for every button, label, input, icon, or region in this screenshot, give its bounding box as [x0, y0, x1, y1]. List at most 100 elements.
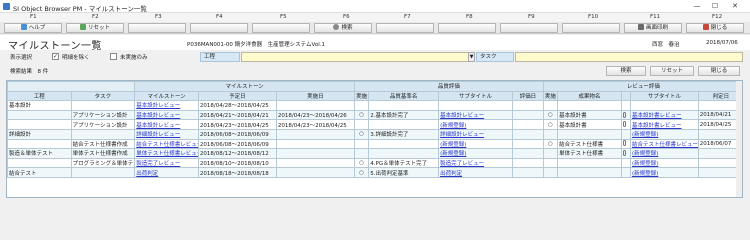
col-quality-standard-cell — [368, 148, 440, 159]
col-review-subtitle-link[interactable]: (新規登録) — [632, 171, 658, 177]
col-quality-subtitle-link[interactable]: 製造完了レビュー — [440, 161, 484, 167]
col-attach-cell[interactable] — [620, 138, 631, 150]
col-quality-done-cell — [353, 119, 370, 130]
reset-filter-button[interactable]: リセット — [650, 66, 694, 76]
user-name: 西窓 春治 — [652, 42, 680, 48]
col-quality-subtitle-link[interactable]: 詳細設計レビュー — [440, 132, 484, 138]
minimize-button[interactable]: — — [690, 1, 704, 12]
fkey-label: F7 — [404, 14, 411, 20]
table-row[interactable]: アプリケーション設計 基本設計レビュー 2018/04/23～2018/04/25 2… — [7, 119, 742, 130]
col-review-subtitle-link[interactable]: (新規登録) — [632, 161, 658, 167]
col-milestone-cell: 基本設計レビュー — [134, 119, 199, 130]
col-attach-cell — [620, 100, 631, 111]
col-attach-header[interactable] — [620, 90, 631, 102]
help-button[interactable]: ヘルプ — [4, 23, 62, 33]
table-row[interactable]: プログラミング＆単体テスト製造完了レビュー2018/08/10～2018/08/… — [7, 157, 742, 169]
col-process-cell — [7, 119, 72, 130]
fkey-empty-button[interactable] — [252, 23, 310, 33]
col-quality-done-header[interactable]: 実施 — [353, 90, 370, 102]
col-milestone-link[interactable]: 基本設計レビュー — [136, 103, 180, 109]
col-eval-date-cell — [511, 157, 544, 169]
col-milestone-link[interactable]: 出荷判定 — [136, 171, 158, 177]
reset-button[interactable]: リセット — [66, 23, 124, 33]
close-window-button[interactable]: ✕ — [728, 1, 742, 12]
grid-scrollbar[interactable] — [736, 81, 742, 197]
fkey-label: F5 — [280, 14, 287, 20]
col-quality-subtitle-cell: (新規登録) — [438, 119, 513, 130]
col-quality-subtitle-link[interactable]: (新規登録) — [440, 123, 466, 129]
col-milestone-link[interactable]: 単体テスト仕様書レビュー — [136, 151, 197, 157]
fkey-empty-button[interactable] — [500, 23, 558, 33]
col-quality-standard-header[interactable]: 品質基準名 — [368, 90, 440, 102]
fkey-empty-button[interactable] — [562, 23, 620, 33]
table-row[interactable]: 詳細設計 詳細設計レビュー 2018/06/08～2018/06/09 ○ 3.詳細設計… — [7, 128, 742, 140]
col-review-subtitle-header[interactable]: サブタイトル — [629, 90, 699, 102]
col-review-subtitle-link[interactable]: (新規登録) — [632, 151, 658, 157]
process-label: 工程 — [200, 52, 240, 62]
col-milestone-header[interactable]: マイルストーン — [134, 90, 199, 102]
table-row[interactable]: 結合テスト仕様書作成 結合テスト仕様書レビュー 2018/06/08～2018/06… — [7, 138, 742, 150]
col-review-subtitle-link[interactable]: (新規登録) — [632, 132, 658, 138]
col-attach-cell[interactable] — [620, 109, 631, 121]
attachment-icon[interactable] — [622, 111, 626, 118]
col-eval-date-cell — [511, 167, 544, 178]
col-milestone-link[interactable]: 詳細設計レビュー — [136, 132, 180, 138]
result-bar: 検索結果 8 件 検索 リセット 閉じる — [0, 65, 750, 77]
app-icon — [3, 3, 10, 10]
col-quality-done-cell — [353, 138, 370, 150]
col-review-subtitle-link[interactable]: 結合テスト仕様書レビュー — [632, 142, 697, 148]
maximize-button[interactable]: ☐ — [708, 1, 722, 12]
col-quality-subtitle-header[interactable]: サブタイトル — [438, 90, 513, 102]
col-planned-date-header[interactable]: 予定日 — [197, 90, 277, 102]
print-screen-button[interactable]: 画面印刷 — [624, 23, 682, 33]
window-titlebar: SI Object Browser PM - マイルストーン一覧 — ☐ ✕ — [0, 0, 750, 13]
col-attach-cell[interactable] — [620, 119, 631, 130]
col-planned-date-cell: 2018/04/21～2018/04/21 — [197, 109, 277, 121]
search-button[interactable]: 検索 — [314, 23, 372, 33]
attachment-icon[interactable] — [622, 140, 626, 147]
incomplete-only-checkbox[interactable] — [110, 53, 117, 60]
fkey-empty-button[interactable] — [376, 23, 434, 33]
col-deliverable-cell: 結合テスト仕様書 — [557, 138, 622, 150]
function-key-labels: F1 F2 F3 F4 F5 F6 F7 F8 F9 F10 F11 F12 — [0, 13, 750, 22]
col-eval-date-header[interactable]: 評価日 — [511, 90, 544, 102]
close-button[interactable]: 閉じる — [686, 23, 744, 33]
col-milestone-link[interactable]: 結合テスト仕様書レビュー — [136, 142, 197, 148]
col-task-cell — [70, 128, 136, 140]
close-list-button[interactable]: 閉じる — [698, 66, 740, 76]
search-run-button[interactable]: 検索 — [606, 66, 646, 76]
col-quality-subtitle-link[interactable]: (新規登録) — [440, 142, 466, 148]
col-deliverable-header[interactable]: 成果物名 — [557, 90, 622, 102]
attachment-icon[interactable] — [622, 121, 626, 128]
col-quality-subtitle-link[interactable]: (新規登録) — [440, 151, 466, 157]
table-row[interactable]: 製造＆単体テスト 単体テスト仕様書作成 単体テスト仕様書レビュー 2018/08/12… — [7, 148, 742, 159]
col-milestone-cell: 基本設計レビュー — [134, 109, 199, 121]
table-row[interactable]: 基本設計 基本設計レビュー 2018/04/28～2018/04/25 — [7, 100, 742, 111]
table-row[interactable]: アプリケーション設計 基本設計レビュー 2018/04/21～2018/04/21 2… — [7, 109, 742, 121]
fkey-empty-button[interactable] — [438, 23, 496, 33]
col-milestone-link[interactable]: 製造完了レビュー — [136, 161, 180, 167]
col-actual-date-header[interactable]: 実施日 — [275, 90, 355, 102]
process-dropdown-arrow[interactable]: ▼ — [468, 52, 475, 62]
col-attach-cell[interactable] — [620, 148, 631, 159]
col-review-subtitle-link[interactable]: 基本設計書レビュー — [632, 123, 682, 129]
col-task-header[interactable]: タスク — [70, 90, 136, 102]
col-review-subtitle-cell: (新規登録) — [629, 157, 699, 169]
help-icon — [20, 24, 27, 30]
fkey-empty-button[interactable] — [190, 23, 248, 33]
fkey-empty-button[interactable] — [128, 23, 186, 33]
col-process-header[interactable]: 工程 — [7, 90, 72, 102]
task-select[interactable] — [515, 52, 743, 62]
col-quality-subtitle-link[interactable]: 出荷判定 — [440, 171, 462, 177]
table-row[interactable]: 結合テスト 出荷判定 2018/08/18～2018/08/18 ○ 5.出荷判定基準出… — [7, 167, 742, 178]
process-select[interactable] — [241, 52, 469, 62]
attachment-icon[interactable] — [622, 149, 626, 156]
col-milestone-link[interactable]: 基本設計レビュー — [136, 113, 180, 119]
col-review-subtitle-link[interactable]: 基本設計書レビュー — [632, 113, 682, 119]
function-button-bar: ヘルプ リセット 検索 画面印刷 閉じる — [0, 22, 750, 34]
exclude-details-checkbox[interactable]: ✓ — [52, 53, 59, 60]
col-quality-subtitle-link[interactable]: 基本設計レビュー — [440, 113, 484, 119]
col-milestone-link[interactable]: 基本設計レビュー — [136, 123, 180, 129]
col-quality-done-cell: ○ — [353, 128, 370, 140]
col-review-done-header[interactable]: 実施 — [542, 90, 559, 102]
